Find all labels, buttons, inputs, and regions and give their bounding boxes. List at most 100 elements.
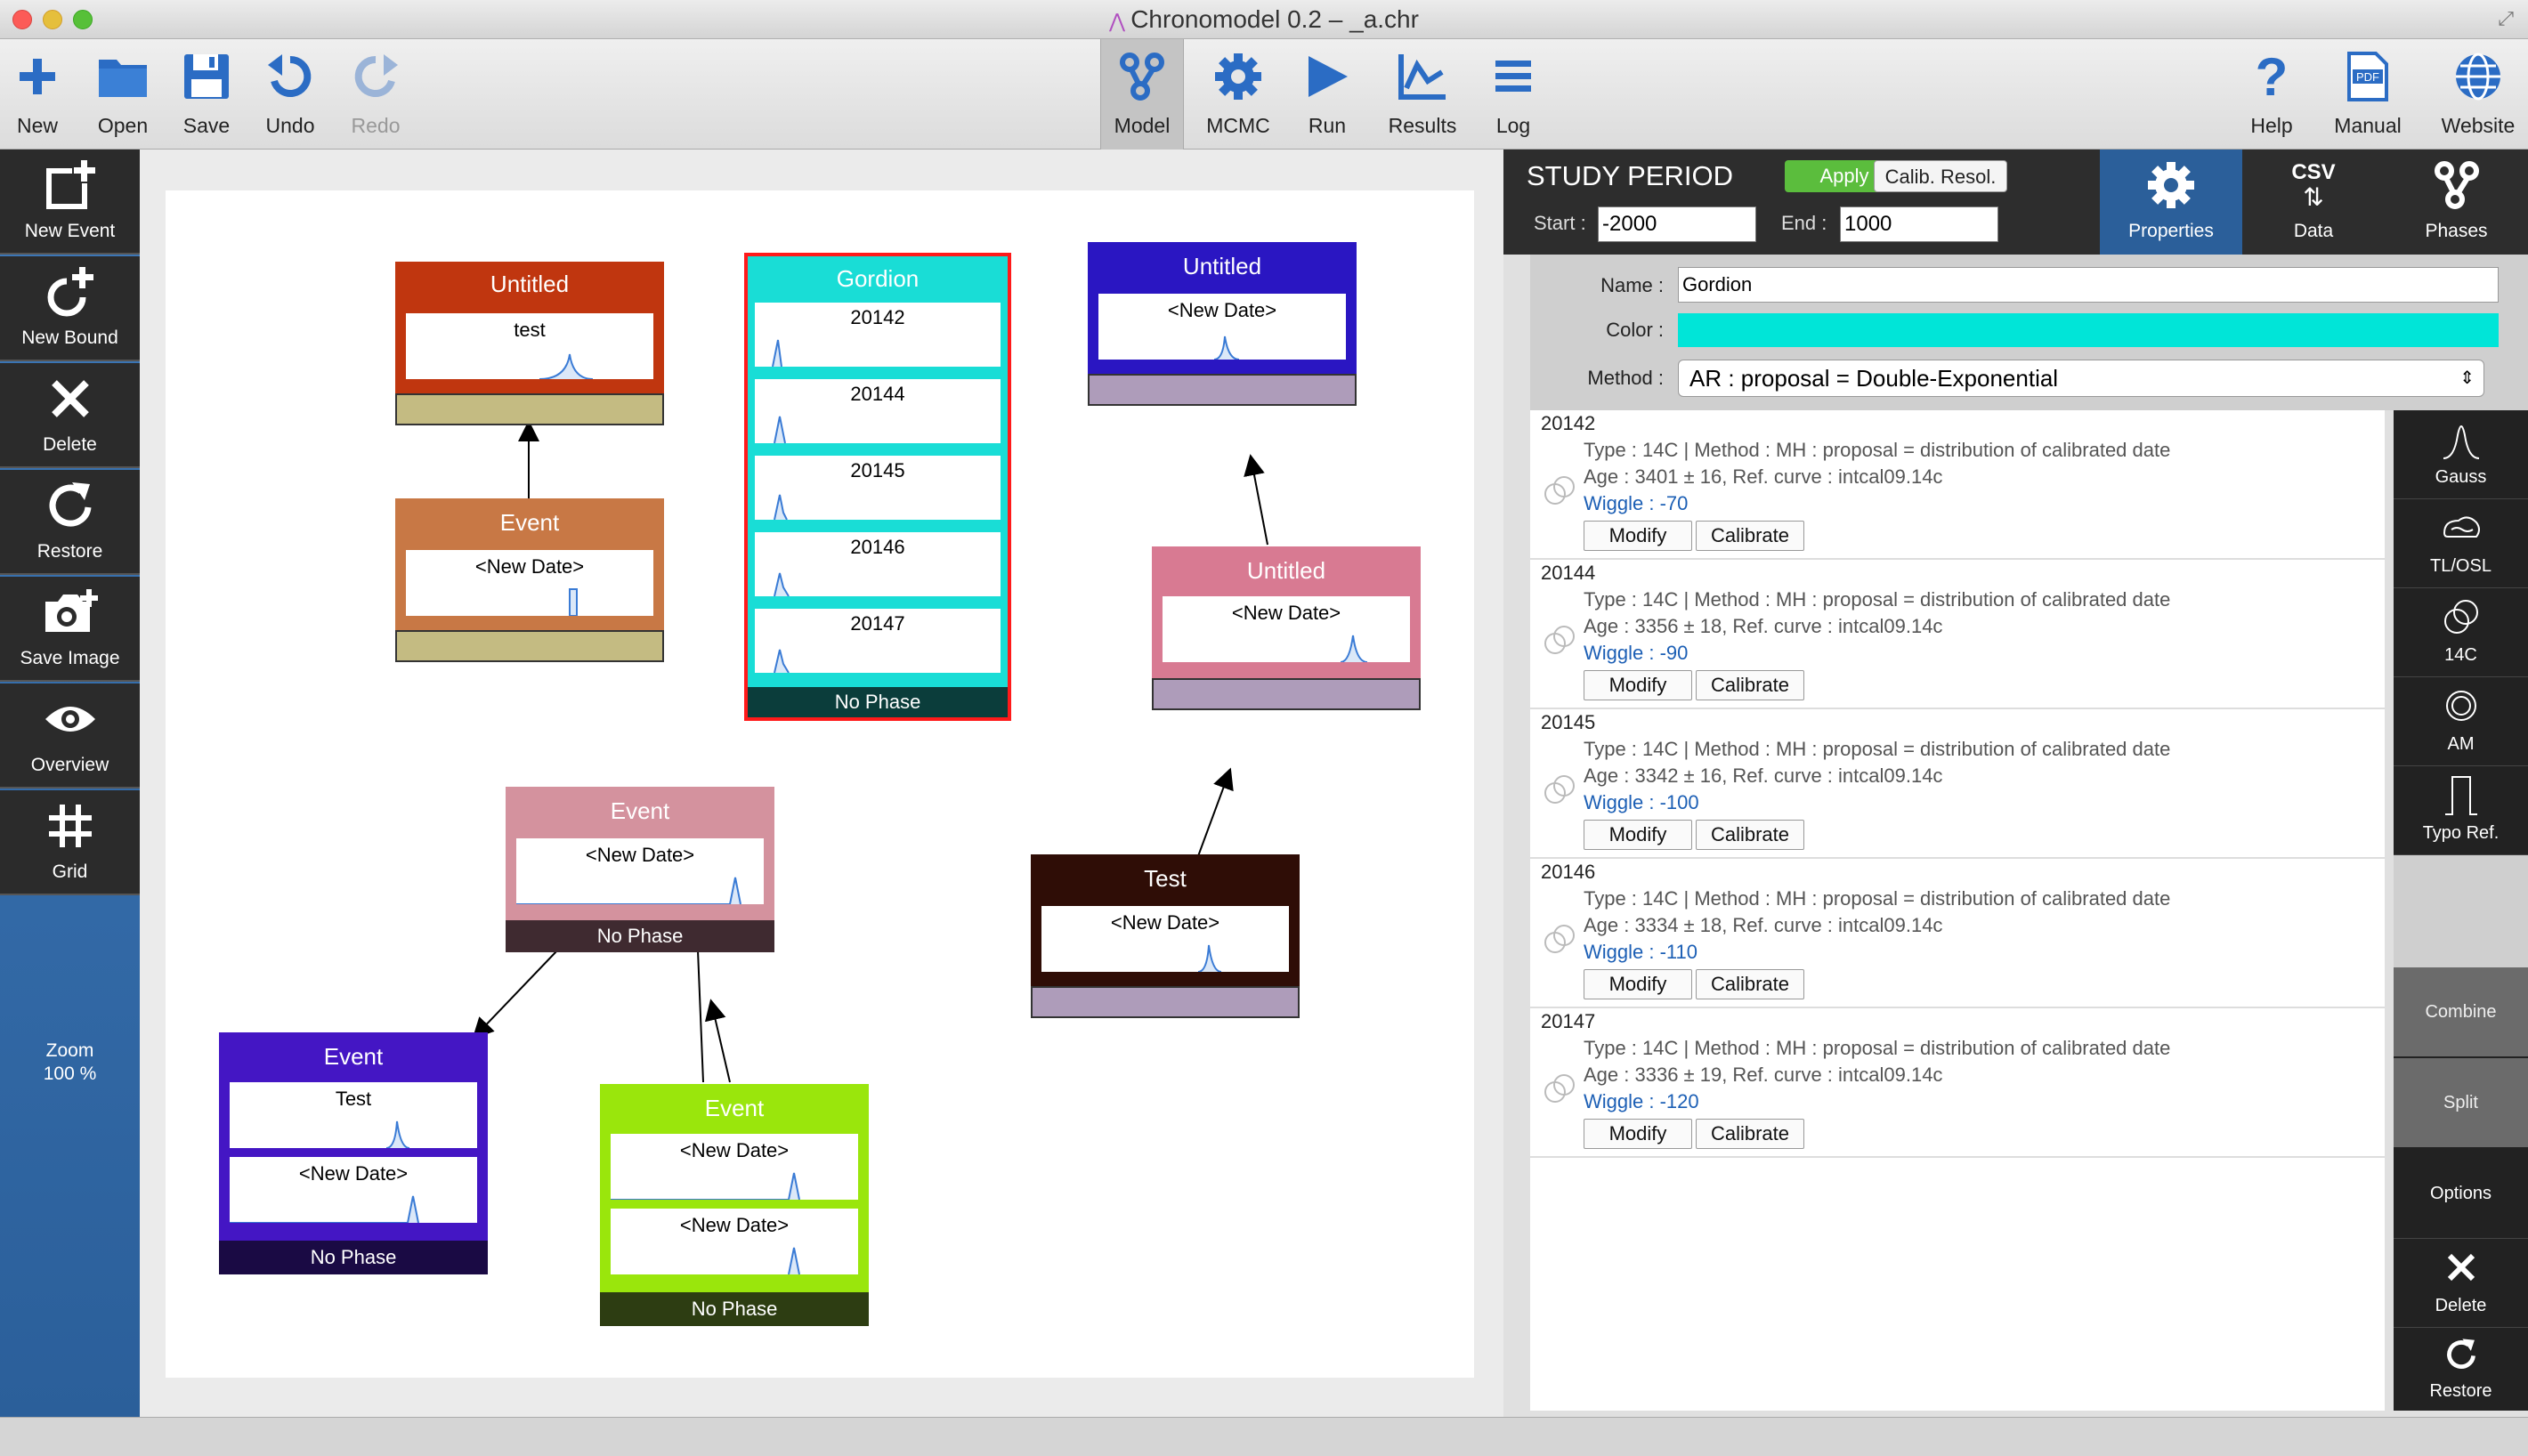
mcmc-button[interactable]: MCMC: [1193, 39, 1284, 150]
list-item[interactable]: 20142 Type : 14C | Method : MH : proposa…: [1530, 410, 2385, 560]
calibrate-button[interactable]: Calibrate: [1696, 820, 1804, 850]
open-button[interactable]: Open: [85, 39, 160, 150]
log-label: Log: [1495, 114, 1531, 137]
gear-icon: [1215, 53, 1261, 100]
combine-button[interactable]: Combine: [2394, 967, 2528, 1056]
am-button[interactable]: AM: [2394, 677, 2528, 766]
c14-button[interactable]: 14C: [2394, 588, 2528, 677]
gauss-button[interactable]: Gauss: [2394, 410, 2528, 499]
date-box[interactable]: <New Date>: [611, 1209, 858, 1274]
restore-date-button[interactable]: Restore: [2394, 1327, 2528, 1411]
tab-properties[interactable]: Properties: [2100, 150, 2242, 255]
date-box[interactable]: Test: [230, 1082, 477, 1148]
list-item[interactable]: 20145 Type : 14C | Method : MH : proposa…: [1530, 709, 2385, 859]
manual-button[interactable]: PDF Manual: [2323, 39, 2412, 150]
arrow-event-green-to-event-pink[interactable]: [704, 999, 731, 1083]
date-name: 20144: [1541, 562, 1596, 584]
list-item[interactable]: 20144 Type : 14C | Method : MH : proposa…: [1530, 560, 2385, 709]
calibrate-button[interactable]: Calibrate: [1696, 1119, 1804, 1149]
modify-button[interactable]: Modify: [1584, 969, 1692, 999]
typo-ref-button[interactable]: Typo Ref.: [2394, 766, 2528, 855]
calibrate-button[interactable]: Calibrate: [1696, 969, 1804, 999]
date-box[interactable]: <New Date>: [406, 550, 653, 616]
date-wiggle: Wiggle : -90: [1584, 642, 1689, 664]
zoom-indicator: Zoom 100 %: [0, 1039, 140, 1086]
tab-data[interactable]: CSV ⇅ Data: [2242, 150, 2385, 255]
date-box-20146[interactable]: 20146: [755, 532, 1001, 596]
event-title: Event: [610, 797, 670, 824]
event-node-event-1[interactable]: Event <New Date>: [395, 498, 664, 662]
event-node-untitled-2[interactable]: Untitled <New Date>: [1088, 242, 1357, 406]
modify-button[interactable]: Modify: [1584, 670, 1692, 700]
calibrate-button[interactable]: Calibrate: [1696, 521, 1804, 551]
new-bound-icon: [47, 267, 93, 317]
save-button[interactable]: Save: [169, 39, 244, 150]
arrow-untitled3-to-untitled2[interactable]: [1244, 454, 1268, 546]
new-bound-button[interactable]: New Bound: [0, 256, 140, 361]
tab-phases[interactable]: Phases: [2385, 150, 2528, 255]
date-box[interactable]: <New Date>: [1041, 906, 1289, 972]
event-title: Event: [704, 1095, 765, 1121]
event-node-test[interactable]: Test <New Date>: [1031, 854, 1300, 1018]
arrow-event-pink-to-event-purple[interactable]: [472, 950, 558, 1039]
calibrate-button[interactable]: Calibrate: [1696, 670, 1804, 700]
event-node-untitled-1[interactable]: Untitled test: [395, 262, 664, 425]
end-input[interactable]: 1000: [1840, 206, 1998, 242]
start-input[interactable]: -2000: [1598, 206, 1756, 242]
fullscreen-icon[interactable]: ⤢: [2498, 7, 2514, 30]
date-label: <New Date>: [298, 1162, 409, 1185]
log-button[interactable]: Log: [1478, 39, 1549, 150]
date-name: 20145: [1541, 711, 1596, 733]
delete-date-button[interactable]: Delete: [2394, 1238, 2528, 1327]
date-box[interactable]: <New Date>: [611, 1134, 858, 1200]
event-node-event-purple[interactable]: Event Test <New Date> No Phase: [219, 1032, 488, 1274]
date-box-20147[interactable]: 20147: [755, 609, 1001, 673]
calib-resol-button[interactable]: Calib. Resol.: [1874, 160, 2007, 192]
date-box[interactable]: test: [406, 313, 653, 379]
date-box[interactable]: <New Date>: [1163, 596, 1410, 662]
color-label: Color :: [1606, 319, 1664, 341]
event-node-event-pink[interactable]: Event <New Date> No Phase: [506, 787, 774, 952]
results-button[interactable]: Results: [1378, 39, 1467, 150]
event-node-gordion[interactable]: Gordion 20142 20144 20145 20146 20147 No…: [744, 253, 1011, 721]
restore-button[interactable]: Restore: [0, 470, 140, 575]
color-swatch[interactable]: [1678, 313, 2499, 347]
split-button[interactable]: Split: [2394, 1058, 2528, 1147]
method-select[interactable]: AR : proposal = Double-Exponential ⇕: [1678, 360, 2484, 397]
new-button[interactable]: New: [0, 39, 75, 150]
date-box-20144[interactable]: 20144: [755, 379, 1001, 443]
delete-button[interactable]: Delete: [0, 363, 140, 468]
event-node-event-green[interactable]: Event <New Date> <New Date> No Phase: [600, 1084, 869, 1326]
date-box[interactable]: <New Date>: [1098, 294, 1346, 360]
website-button[interactable]: Website: [2428, 39, 2528, 150]
redo-button[interactable]: Redo: [338, 39, 413, 150]
date-box[interactable]: <New Date>: [230, 1157, 477, 1223]
date-type: Type : 14C | Method : MH : proposal = di…: [1584, 1037, 2171, 1059]
date-box-20145[interactable]: 20145: [755, 456, 1001, 520]
date-box[interactable]: <New Date>: [516, 838, 764, 904]
save-image-button[interactable]: Save Image: [0, 577, 140, 682]
line-event-green-to-event-pink[interactable]: [697, 950, 704, 1083]
list-item[interactable]: 20146 Type : 14C | Method : MH : proposa…: [1530, 859, 2385, 1008]
help-button[interactable]: ? Help: [2234, 39, 2309, 150]
run-button[interactable]: Run: [1287, 39, 1367, 150]
overview-button[interactable]: Overview: [0, 684, 140, 789]
tlosl-button[interactable]: TL/OSL: [2394, 499, 2528, 588]
options-button[interactable]: Options: [2394, 1149, 2528, 1238]
modify-button[interactable]: Modify: [1584, 1119, 1692, 1149]
date-box-20142[interactable]: 20142: [755, 303, 1001, 367]
list-item[interactable]: 20147 Type : 14C | Method : MH : proposa…: [1530, 1008, 2385, 1158]
event-node-untitled-3[interactable]: Untitled <New Date>: [1152, 546, 1421, 710]
undo-button[interactable]: Undo: [253, 39, 328, 150]
name-input[interactable]: Gordion: [1678, 267, 2499, 303]
date-label: 20147: [850, 612, 905, 635]
grid-button[interactable]: Grid: [0, 790, 140, 895]
new-event-button[interactable]: New Event: [0, 150, 140, 255]
modify-button[interactable]: Modify: [1584, 521, 1692, 551]
arrow-test-to-untitled3[interactable]: [1197, 767, 1234, 857]
modify-button[interactable]: Modify: [1584, 820, 1692, 850]
date-label: 20144: [850, 383, 905, 405]
status-bar: [0, 1417, 2528, 1456]
model-scene[interactable]: Untitled test Event <New Date> Gordion 2…: [166, 190, 1474, 1378]
model-button[interactable]: Model: [1100, 39, 1184, 150]
